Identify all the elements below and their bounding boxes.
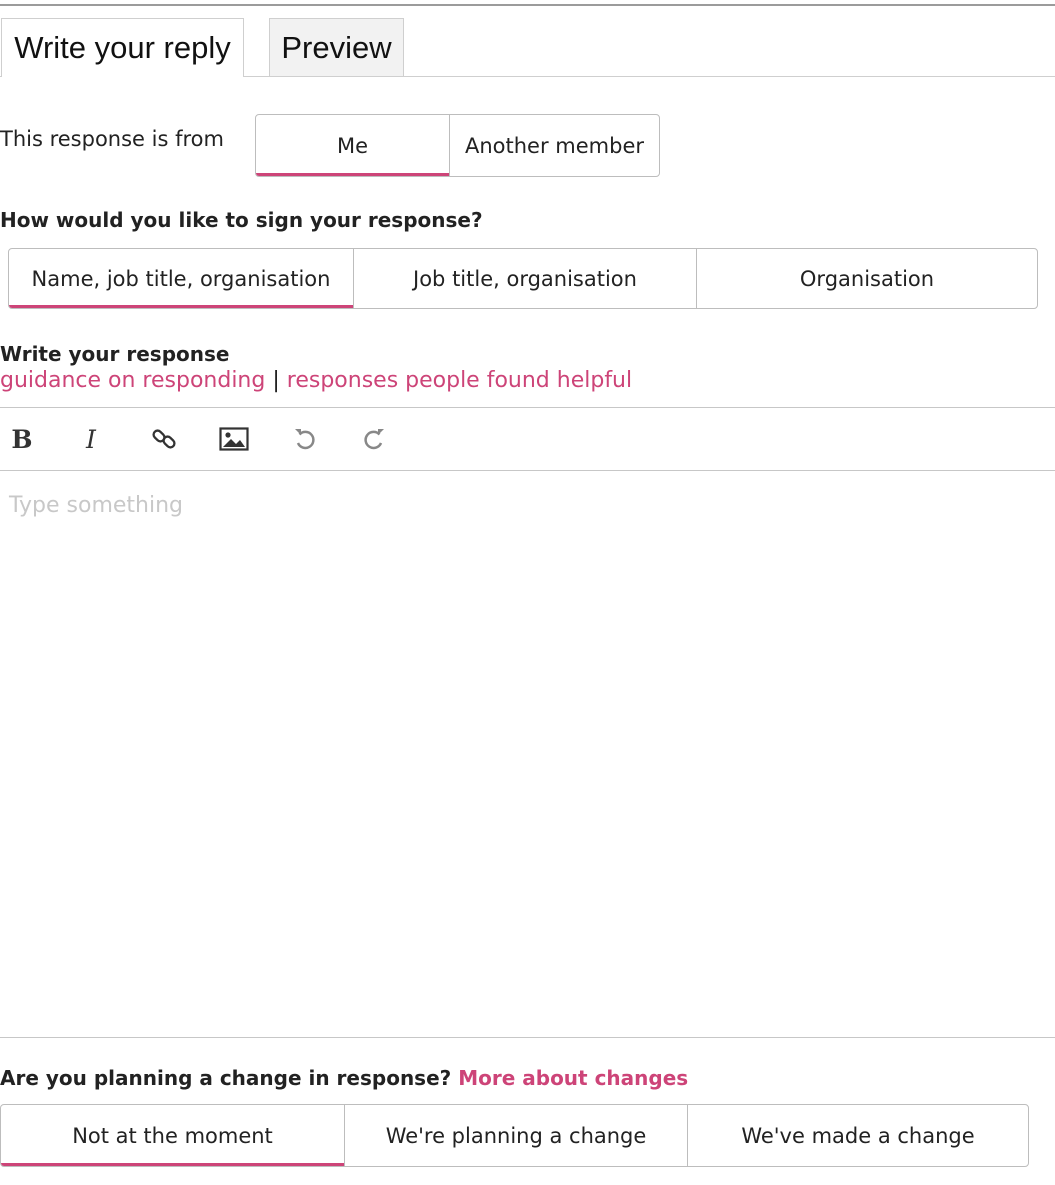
sign-name-job-org-option[interactable]: Name, job title, organisation (9, 249, 353, 308)
tab-write-your-reply[interactable]: Write your reply (1, 18, 244, 77)
response-editor[interactable]: Type something (0, 471, 1055, 1038)
guidance-link[interactable]: guidance on responding (0, 368, 265, 393)
response-from-selector: Me Another member (255, 114, 660, 177)
change-not-at-moment-option[interactable]: Not at the moment (1, 1105, 344, 1166)
top-divider (0, 4, 1055, 6)
redo-icon[interactable] (356, 420, 392, 458)
change-question: Are you planning a change in response? M… (0, 1066, 688, 1090)
change-question-text: Are you planning a change in response? (0, 1066, 452, 1090)
editor-placeholder: Type something (9, 493, 184, 518)
editor-toolbar: B I (0, 407, 1055, 471)
italic-icon[interactable]: I (73, 420, 109, 458)
bold-icon[interactable]: B (4, 420, 40, 458)
from-another-member-option[interactable]: Another member (449, 115, 659, 176)
tab-preview[interactable]: Preview (269, 18, 404, 76)
write-response-heading: Write your response (0, 342, 230, 366)
sign-job-org-option[interactable]: Job title, organisation (353, 249, 696, 308)
image-icon[interactable] (216, 420, 252, 458)
undo-icon[interactable] (287, 420, 323, 458)
sign-question: How would you like to sign your response… (0, 208, 483, 232)
more-about-changes-link[interactable]: More about changes (458, 1066, 688, 1090)
sign-selector: Name, job title, organisation Job title,… (8, 248, 1038, 309)
sign-organisation-option[interactable]: Organisation (696, 249, 1037, 308)
from-me-option[interactable]: Me (256, 115, 449, 176)
response-from-label: This response is from (0, 127, 224, 151)
helpful-responses-link[interactable]: responses people found helpful (287, 368, 632, 393)
change-selector: Not at the moment We're planning a chang… (0, 1104, 1029, 1167)
response-help-links: guidance on responding | responses peopl… (0, 368, 632, 393)
reply-tabs: Write your reply Preview (0, 18, 1055, 77)
change-planning-option[interactable]: We're planning a change (344, 1105, 687, 1166)
link-icon[interactable] (146, 420, 182, 458)
link-separator: | (272, 368, 280, 393)
change-made-option[interactable]: We've made a change (687, 1105, 1028, 1166)
